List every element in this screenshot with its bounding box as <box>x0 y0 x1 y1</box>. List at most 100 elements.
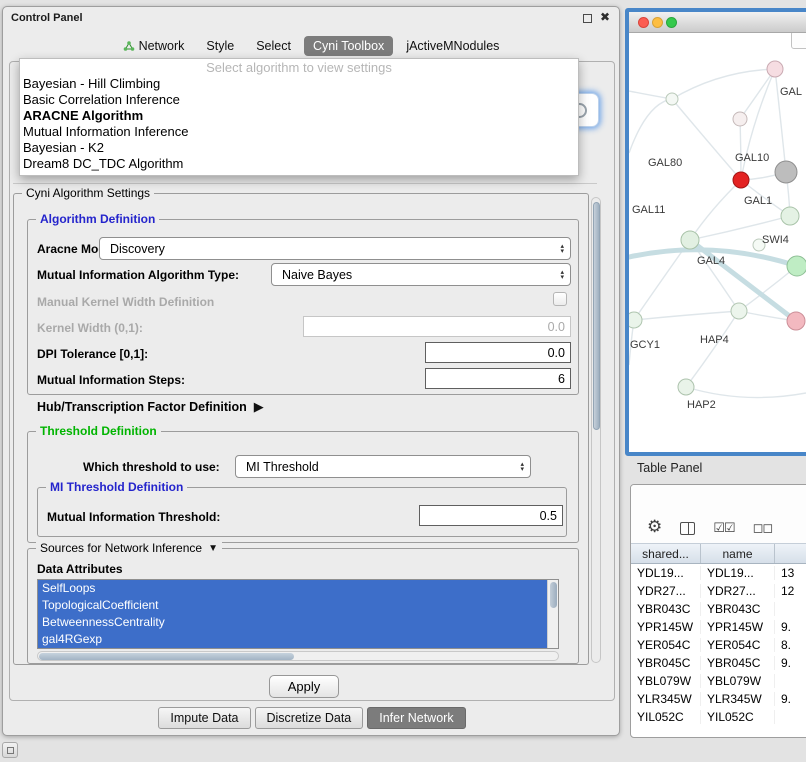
table-cell: YDR27... <box>701 584 775 598</box>
mi-steps-field[interactable]: 6 <box>425 368 571 389</box>
control-panel-window: Control Panel ✖ NetworkStyleSelectCyni T… <box>2 6 620 736</box>
algorithm-option-basic-correlation-inference[interactable]: Basic Correlation Inference <box>20 92 578 108</box>
node-label-gal1: GAL1 <box>744 195 772 207</box>
select-all-checks-icon[interactable]: ☑☑ <box>713 521 734 535</box>
sources-section-toggle[interactable]: Sources for Network Inference ▼ <box>36 541 222 555</box>
network-node-gcy1[interactable] <box>629 312 642 328</box>
table-row[interactable]: YBL079WYBL079W <box>631 672 806 690</box>
hide-panel-icon[interactable] <box>2 742 18 758</box>
close-window-icon[interactable] <box>638 17 649 28</box>
apply-button[interactable]: Apply <box>269 675 339 698</box>
data-attributes-list[interactable]: SelfLoopsTopologicalCoefficientBetweenne… <box>37 579 559 649</box>
which-threshold-label: Which threshold to use: <box>83 459 220 475</box>
spinner-down-icon: ▾ <box>520 467 524 472</box>
network-view-window: GALGAL80GAL10GAL1GAL11SWI4GAL4GCY1HAP4HA… <box>625 8 806 456</box>
scrollbar-thumb[interactable] <box>39 653 294 660</box>
table-cell: YPR145W <box>631 620 701 634</box>
network-edge <box>739 266 797 311</box>
attribute-item-betweennesscentrality[interactable]: BetweennessCentrality <box>38 614 558 631</box>
settings-scrollbar[interactable] <box>591 197 601 663</box>
zoom-window-icon[interactable] <box>666 17 677 28</box>
node-label-gcy1: GCY1 <box>630 339 660 351</box>
network-node-pink-top[interactable] <box>767 61 783 77</box>
table-row[interactable]: YBR045CYBR045C9. <box>631 654 806 672</box>
dpi-tolerance-field[interactable]: 0.0 <box>425 342 571 363</box>
table-cell: YER054C <box>631 638 701 652</box>
tab-network[interactable]: Network <box>114 36 194 56</box>
network-node-gal1[interactable] <box>781 207 799 225</box>
tab-cyni-toolbox[interactable]: Cyni Toolbox <box>304 36 393 56</box>
algorithm-option-mutual-information-inference[interactable]: Mutual Information Inference <box>20 124 578 140</box>
table-cell: YIL052C <box>631 710 701 724</box>
table-row[interactable]: YDL19...YDL19...13 <box>631 564 806 582</box>
scrollbar-thumb[interactable] <box>550 582 557 608</box>
network-node-hap4[interactable] <box>731 303 747 319</box>
network-node-gal10[interactable] <box>775 161 797 183</box>
table-row[interactable]: YDR27...YDR27...12 <box>631 582 806 600</box>
column-header-shared-[interactable]: shared... <box>631 544 701 563</box>
network-node-pale-2[interactable] <box>733 112 747 126</box>
network-node-red[interactable] <box>733 172 749 188</box>
network-window-titlebar[interactable] <box>629 12 806 33</box>
table-row[interactable]: YIL052CYIL052C <box>631 708 806 726</box>
network-node-hap2[interactable] <box>678 379 694 395</box>
desktop: Control Panel ✖ NetworkStyleSelectCyni T… <box>0 0 806 762</box>
deselect-all-checks-icon[interactable]: ◻◻ <box>753 521 773 535</box>
table-row[interactable]: YLR345WYLR345W9. <box>631 690 806 708</box>
panel-divider <box>13 183 597 184</box>
control-panel-titlebar[interactable]: Control Panel ✖ <box>3 7 619 29</box>
algorithm-option-bayesian-k2[interactable]: Bayesian - K2 <box>20 140 578 156</box>
sources-title: Sources for Network Inference <box>40 541 202 555</box>
tab-discretize-data[interactable]: Discretize Data <box>255 707 364 729</box>
attributes-hscrollbar[interactable] <box>37 651 559 661</box>
tab-infer-network[interactable]: Infer Network <box>367 707 465 729</box>
attributes-list-scrollbar[interactable] <box>547 580 558 648</box>
collapse-down-icon: ▼ <box>208 543 218 554</box>
table-row[interactable]: YBR043CYBR043C <box>631 600 806 618</box>
table-row[interactable]: YER054CYER054C8. <box>631 636 806 654</box>
attribute-item-gal4rgexp[interactable]: gal4RGexp <box>38 631 558 648</box>
tab-style[interactable]: Style <box>197 36 243 56</box>
mi-steps-label: Mutual Information Steps: <box>37 372 185 388</box>
mi-algorithm-type-label: Mutual Information Algorithm Type: <box>37 267 239 283</box>
algorithm-option-bayesian-hill-climbing[interactable]: Bayesian - Hill Climbing <box>20 76 578 92</box>
hub-section-toggle[interactable]: Hub/Transcription Factor Definition ▶ <box>37 399 264 415</box>
table-cell: YBR045C <box>701 656 775 670</box>
manual-kernel-width-checkbox[interactable] <box>553 292 567 306</box>
node-label-hap4: HAP4 <box>700 334 729 346</box>
mi-algorithm-type-combo[interactable]: Naive Bayes ▴▾ <box>271 263 571 286</box>
network-canvas[interactable]: GALGAL80GAL10GAL1GAL11SWI4GAL4GCY1HAP4HA… <box>629 33 806 452</box>
tab-impute-data[interactable]: Impute Data <box>158 707 250 729</box>
combo-value: MI Threshold <box>246 460 319 474</box>
gear-icon[interactable]: ⚙ <box>647 518 662 535</box>
network-node-gal4[interactable] <box>681 231 699 249</box>
network-edge <box>686 385 806 398</box>
algorithm-option-dream8-dc-tdc-algorithm[interactable]: Dream8 DC_TDC Algorithm <box>20 156 578 172</box>
tab-select[interactable]: Select <box>247 36 300 56</box>
field-value: 6 <box>558 372 565 386</box>
column-header-name[interactable]: name <box>701 544 775 563</box>
control-panel-tabs: NetworkStyleSelectCyni ToolboxjActiveMNo… <box>3 33 619 59</box>
scrollbar-thumb[interactable] <box>593 202 600 430</box>
tab-jactivemnodules[interactable]: jActiveMNodules <box>397 36 508 56</box>
table-header: shared...name <box>631 543 806 564</box>
kernel-width-field[interactable]: 0.0 <box>303 316 571 337</box>
minimize-window-icon[interactable] <box>652 17 663 28</box>
algorithm-option-aracne-algorithm[interactable]: ARACNE Algorithm <box>20 108 578 124</box>
table-row[interactable]: YPR145WYPR145W9. <box>631 618 806 636</box>
which-threshold-combo[interactable]: MI Threshold ▴▾ <box>235 455 531 478</box>
aracne-mode-combo[interactable]: Discovery ▴▾ <box>99 237 571 260</box>
network-edge <box>690 180 741 240</box>
columns-icon[interactable] <box>680 522 695 535</box>
network-node-pink-right[interactable] <box>787 312 805 330</box>
float-window-icon[interactable] <box>583 14 592 23</box>
attribute-item-topologicalcoefficient[interactable]: TopologicalCoefficient <box>38 597 558 614</box>
manual-kernel-width-label: Manual Kernel Width Definition <box>37 294 214 310</box>
mi-threshold-field[interactable]: 0.5 <box>419 505 563 526</box>
network-node-swi4[interactable] <box>787 256 806 276</box>
table-cell: YIL052C <box>701 710 775 724</box>
attribute-item-selfloops[interactable]: SelfLoops <box>38 580 558 597</box>
network-node-pale-1[interactable] <box>666 93 678 105</box>
column-header-2[interactable] <box>775 544 806 563</box>
close-panel-icon[interactable]: ✖ <box>600 10 610 24</box>
